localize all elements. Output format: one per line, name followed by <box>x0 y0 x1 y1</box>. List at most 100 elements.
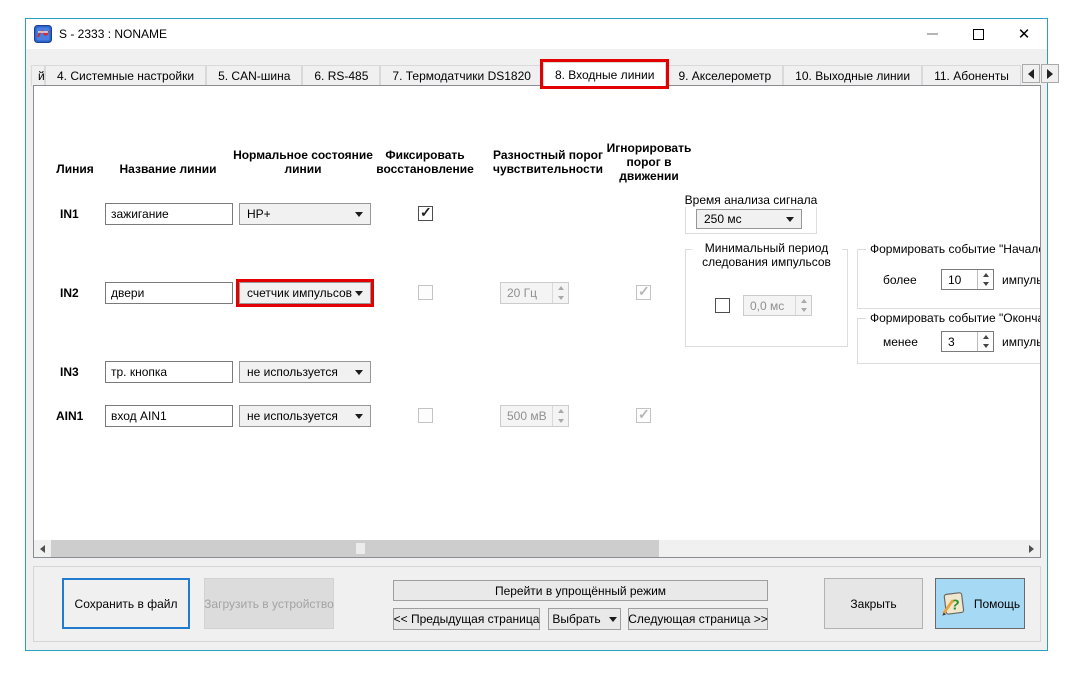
horizontal-scrollbar[interactable] <box>34 540 1040 557</box>
next-page-button[interactable]: Следующая страница >> <box>628 608 768 630</box>
column-header-fix: Фиксировать восстановление <box>366 148 484 176</box>
title-bar: S - 2333 : NONAME ✕ <box>26 19 1047 49</box>
min-pulse-period-spinner: 0,0 мс <box>743 295 812 316</box>
fix-restore-checkbox-ain1 <box>418 408 433 423</box>
spin-down-icon <box>978 280 993 290</box>
line-name-input-in3[interactable] <box>105 361 233 383</box>
spin-up-icon <box>553 406 568 416</box>
spin-down-icon <box>553 416 568 426</box>
fix-restore-checkbox-in2 <box>418 285 433 300</box>
tab-input-lines[interactable]: 8. Входные линии <box>543 62 667 86</box>
select-button[interactable]: Выбрать <box>548 608 621 630</box>
upload-to-device-button: Загрузить в устройство <box>204 578 334 629</box>
event-end-spinner[interactable]: 3 <box>941 331 994 352</box>
event-start-title: Формировать событие "Начало <box>866 242 1041 256</box>
line-state-select-in3[interactable]: не используется <box>239 361 371 383</box>
tab-rs485[interactable]: 6. RS-485 <box>302 65 380 86</box>
close-dialog-button[interactable]: Закрыть <box>824 578 923 629</box>
app-icon <box>34 25 52 43</box>
min-pulse-period-group: Минимальный период следования импульсов … <box>685 249 848 347</box>
maximize-button[interactable] <box>955 19 1001 49</box>
line-label-in1: IN1 <box>60 207 79 221</box>
spin-buttons <box>977 332 993 351</box>
tab-subscribers[interactable]: 11. Абоненты <box>922 65 1021 86</box>
event-start-group: Формировать событие "Начало более 10 имп… <box>857 249 1041 309</box>
column-header-ignore: Игнорировать порог в движении <box>596 141 702 183</box>
chevron-down-icon <box>355 370 363 375</box>
column-header-name: Название линии <box>107 162 229 176</box>
analysis-time-select[interactable]: 250 мс <box>696 209 802 229</box>
line-name-input-ain1[interactable] <box>105 405 233 427</box>
previous-page-button[interactable]: << Предыдущая страница <box>393 608 540 630</box>
maximize-icon <box>973 29 984 40</box>
ignore-threshold-checkbox-in2 <box>636 285 651 300</box>
scrollbar-thumb[interactable] <box>51 540 659 557</box>
analysis-time-title: Время анализа сигнала <box>681 193 822 207</box>
chevron-down-icon <box>609 617 617 622</box>
chevron-right-icon <box>1047 69 1053 79</box>
fix-restore-checkbox-in1[interactable] <box>418 206 433 221</box>
line-state-select-ain1[interactable]: не используется <box>239 405 371 427</box>
line-label-ain1: AIN1 <box>56 409 83 423</box>
tab-thermo-ds1820[interactable]: 7. Термодатчики DS1820 <box>380 65 543 86</box>
min-pulse-period-title: Минимальный период следования импульсов <box>692 241 842 269</box>
event-end-title: Формировать событие "Окончани <box>866 311 1041 325</box>
input-lines-page: Линия Название линии Нормальное состояни… <box>33 85 1041 558</box>
spin-up-icon <box>553 283 568 293</box>
event-end-prefix: менее <box>883 335 918 349</box>
footer-panel: Сохранить в файл Загрузить в устройство … <box>33 566 1041 642</box>
ignore-threshold-checkbox-ain1 <box>636 408 651 423</box>
svg-text:?: ? <box>950 596 959 613</box>
line-name-input-in2[interactable] <box>105 282 233 304</box>
help-button[interactable]: ? Помощь <box>935 578 1025 629</box>
line-label-in3: IN3 <box>60 365 79 379</box>
close-button[interactable]: ✕ <box>1001 19 1047 49</box>
spin-buttons <box>552 283 568 303</box>
tab-can-bus[interactable]: 5. CAN-шина <box>206 65 302 86</box>
tab-output-lines[interactable]: 10. Выходные линии <box>783 65 922 86</box>
close-icon: ✕ <box>1018 27 1031 42</box>
tab-scroll-buttons <box>1021 64 1059 83</box>
chevron-left-icon <box>1028 69 1034 79</box>
line-state-select-in2[interactable]: счетчик импульсов <box>239 282 371 304</box>
window-controls: ✕ <box>909 19 1047 49</box>
event-end-group: Формировать событие "Окончани менее 3 им… <box>857 318 1041 364</box>
chevron-down-icon <box>786 217 794 222</box>
tab-bar: йка трека 4. Системные настройки 5. CAN-… <box>31 61 1044 86</box>
event-end-suffix: импуль <box>1002 335 1041 349</box>
spin-up-icon <box>978 270 993 280</box>
line-name-input-in1[interactable] <box>105 203 233 225</box>
window-title: S - 2333 : NONAME <box>59 27 167 41</box>
tab-track-settings[interactable]: йка трека <box>31 65 45 86</box>
event-start-suffix: импуль <box>1002 273 1041 287</box>
spin-buttons <box>552 406 568 426</box>
scroll-right-button[interactable] <box>1023 540 1040 557</box>
column-header-state: Нормальное состояние линии <box>232 148 374 176</box>
help-icon: ? <box>940 590 968 618</box>
minimize-icon <box>927 33 938 35</box>
threshold-spinner-in2: 20 Гц <box>500 282 569 304</box>
tab-scroll-left-button[interactable] <box>1022 64 1040 83</box>
scrollbar-notch <box>356 543 365 554</box>
tab-accelerometer[interactable]: 9. Акселерометр <box>666 65 783 86</box>
line-state-select-in1[interactable]: НР+ <box>239 203 371 225</box>
min-pulse-period-checkbox[interactable] <box>715 298 730 313</box>
spin-down-icon <box>553 293 568 303</box>
threshold-spinner-ain1: 500 мВ <box>500 405 569 427</box>
spin-buttons <box>977 270 993 289</box>
scrollbar-track[interactable] <box>51 540 1023 557</box>
tab-scroll-right-button[interactable] <box>1041 64 1059 83</box>
spin-down-icon <box>796 306 811 316</box>
scroll-left-button[interactable] <box>34 540 51 557</box>
analysis-time-group: Время анализа сигнала 250 мс <box>685 200 817 234</box>
column-header-threshold: Разностный порог чувствительности <box>482 148 614 176</box>
spin-buttons <box>795 296 811 315</box>
save-to-file-button[interactable]: Сохранить в файл <box>62 578 190 629</box>
app-window: S - 2333 : NONAME ✕ йка трека 4. Системн… <box>25 18 1048 651</box>
event-start-spinner[interactable]: 10 <box>941 269 994 290</box>
minimize-button[interactable] <box>909 19 955 49</box>
tab-system-settings[interactable]: 4. Системные настройки <box>45 65 206 86</box>
spin-up-icon <box>796 296 811 306</box>
spin-up-icon <box>978 332 993 342</box>
simple-mode-button[interactable]: Перейти в упрощённый режим <box>393 580 768 601</box>
